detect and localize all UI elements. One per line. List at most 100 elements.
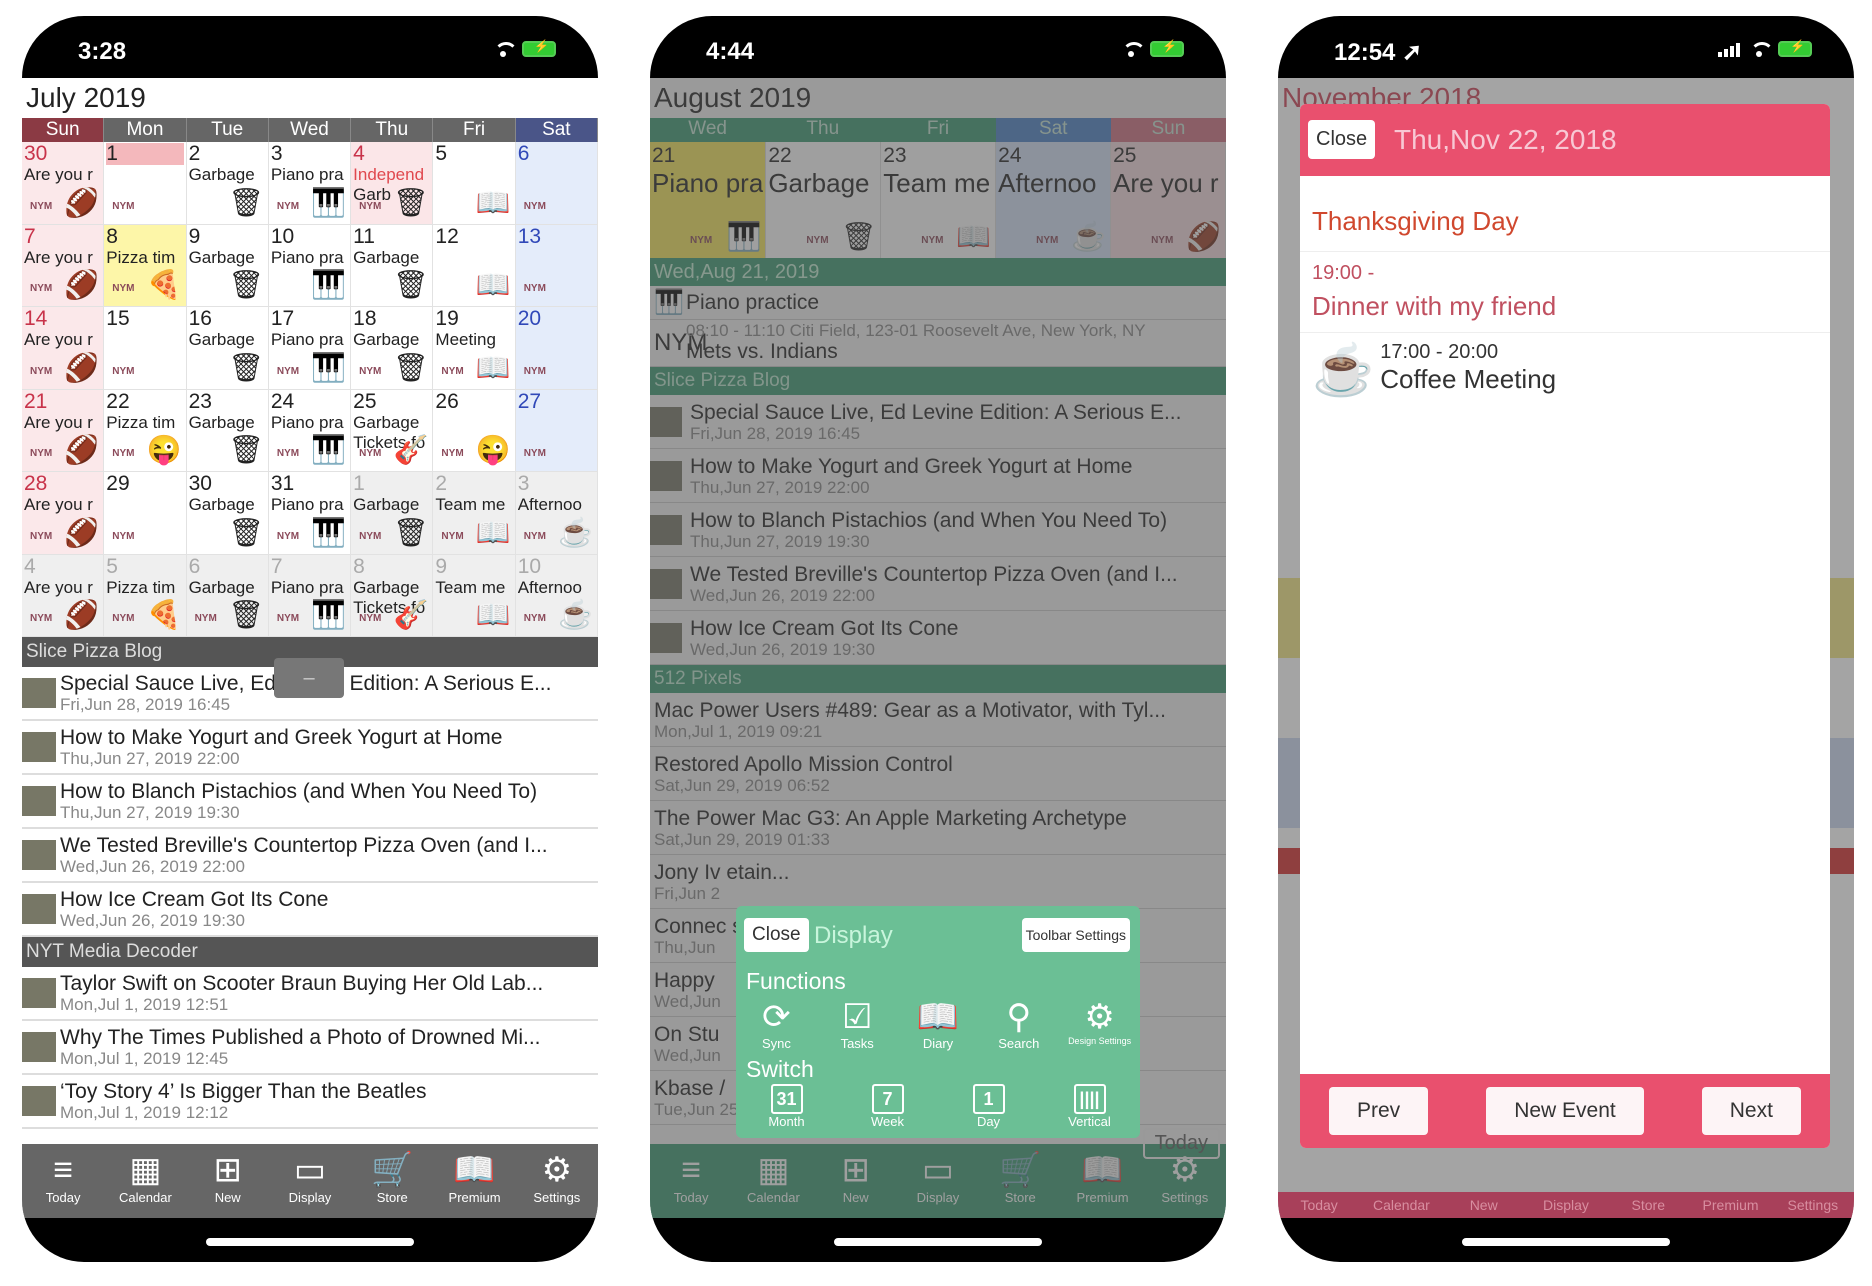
day-view-button[interactable]: 1 Day xyxy=(938,1084,1039,1129)
calendar-day-cell[interactable]: 9 Garbage 🗑 xyxy=(186,224,269,307)
feed-item[interactable]: How Ice Cream Got Its Cone Wed,Jun 26, 20… xyxy=(22,883,598,937)
toolbar-today-button[interactable]: ≡ Today xyxy=(22,1144,104,1218)
calendar-day-cell[interactable]: 10 Afternoo NYM ☕ xyxy=(515,554,598,637)
feed-item[interactable]: How to Make Yogurt and Greek Yogurt at H… xyxy=(650,449,1226,503)
calendar-day-cell[interactable]: 24 Piano pra NYM 🎹 xyxy=(268,389,352,472)
diary-button[interactable]: 📖 Diary xyxy=(898,998,979,1051)
toolbar-settings-button[interactable]: Toolbar Settings xyxy=(1021,918,1130,952)
feed-item[interactable]: We Tested Breville's Countertop Pizza Ov… xyxy=(22,829,598,883)
toolbar-settings-button[interactable]: ⚙ Settings xyxy=(516,1144,598,1218)
calendar-day-cell[interactable]: 27 NYM xyxy=(515,389,598,472)
toolbar-display-label[interactable]: Display xyxy=(1525,1192,1607,1218)
toolbar-premium-label[interactable]: Premium xyxy=(1689,1192,1771,1218)
calendar-day-cell[interactable]: 7 Piano pra NYM 🎹 xyxy=(268,554,352,637)
week-day-column[interactable]: 22 Garbage 🗑 NYM xyxy=(766,142,882,258)
calendar-day-cell[interactable]: 14 Are you r NYM 🏈 xyxy=(22,307,105,390)
feed-item[interactable]: How to Blanch Pistachios (and When You N… xyxy=(650,503,1226,557)
week-day-column[interactable]: 25 Are you r 🏈 NYM xyxy=(1111,142,1226,258)
month-title[interactable]: July 2019 xyxy=(22,78,598,118)
calendar-day-cell[interactable]: 17 Piano pra NYM 🎹 xyxy=(268,307,352,390)
toolbar-new-button[interactable]: ⊞ New xyxy=(815,1144,897,1218)
toolbar-store-label[interactable]: Store xyxy=(1607,1192,1689,1218)
toolbar-calendar-button[interactable]: ▦ Calendar xyxy=(732,1144,814,1218)
toolbar-display-button[interactable]: ▭ Display xyxy=(897,1144,979,1218)
calendar-day-cell[interactable]: 7 Are you r NYM 🏈 xyxy=(22,224,105,307)
event-item[interactable]: 19:00 - Dinner with my friend xyxy=(1300,252,1830,333)
feed-section-header[interactable]: NYT Media Decoder xyxy=(22,937,598,967)
week-day-column[interactable]: 21 Piano pra 🎹 NYM xyxy=(650,142,767,258)
toolbar-settings-label[interactable]: Settings xyxy=(1772,1192,1854,1218)
feed-item[interactable]: How Ice Cream Got Its Cone Wed,Jun 26, 20… xyxy=(650,611,1226,665)
toolbar-store-button[interactable]: 🛒 Store xyxy=(979,1144,1061,1218)
tasks-button[interactable]: ☑ Tasks xyxy=(817,998,898,1051)
calendar-day-cell[interactable]: 5 📖 xyxy=(433,142,516,225)
calendar-day-cell[interactable]: 15 NYM xyxy=(104,307,187,390)
week-view-button[interactable]: 7 Week xyxy=(837,1084,938,1129)
calendar-day-cell[interactable]: 30 Garbage 🗑 xyxy=(186,472,269,555)
calendar-day-cell[interactable]: 3 Piano pra NYM 🎹 xyxy=(268,142,352,225)
holiday-label[interactable]: Thanksgiving Day xyxy=(1300,176,1830,252)
calendar-day-cell[interactable]: 12 📖 xyxy=(433,224,516,307)
calendar-day-cell[interactable]: 4 Are you r NYM 🏈 xyxy=(22,554,105,637)
feed-item[interactable]: Taylor Swift on Scooter Braun Buying Her… xyxy=(22,967,598,1021)
calendar-day-cell[interactable]: 6 NYM xyxy=(515,142,598,225)
calendar-day-cell[interactable]: 26 NYM 😜 xyxy=(433,389,516,472)
week-day-column[interactable]: 23 Team me 📖 NYM xyxy=(881,142,997,258)
feed-section-header[interactable]: Slice Pizza Blog xyxy=(650,367,1226,395)
toolbar-today-label[interactable]: Today xyxy=(1278,1192,1360,1218)
day-event-item[interactable]: 🎹 Piano practice xyxy=(650,286,1226,320)
feed-item[interactable]: Special Sauce Live, Ed Levine Edition: A… xyxy=(650,395,1226,449)
toolbar-store-button[interactable]: 🛒 Store xyxy=(351,1144,433,1218)
calendar-day-cell[interactable]: 25 Garbage Tickets fo NYM 🎸 xyxy=(351,389,434,472)
calendar-day-cell[interactable]: 20 NYM xyxy=(515,307,598,390)
today-button[interactable]: Today xyxy=(1142,1128,1220,1159)
sync-button[interactable]: ⟳ Sync xyxy=(736,998,817,1051)
feed-item[interactable]: The Power Mac G3: An Apple Marketing Arc… xyxy=(650,801,1226,855)
calendar-day-cell[interactable]: 4 Independ Garb NYM 🗑 xyxy=(351,142,434,225)
month-title[interactable]: August 2019 xyxy=(650,78,1226,118)
toolbar-calendar-label[interactable]: Calendar xyxy=(1360,1192,1442,1218)
calendar-day-cell[interactable]: 10 Piano pra 🎹 xyxy=(268,224,352,307)
calendar-day-cell[interactable]: 2 Team me NYM 📖 xyxy=(433,472,516,555)
calendar-day-cell[interactable]: 29 NYM xyxy=(104,472,187,555)
calendar-day-cell[interactable]: 2 Garbage 🗑 xyxy=(186,142,269,225)
calendar-day-cell[interactable]: 3 Afternoo NYM ☕ xyxy=(515,472,598,555)
toolbar-premium-button[interactable]: 📖 Premium xyxy=(1061,1144,1143,1218)
design-settings-button[interactable]: ⚙ Design Settings xyxy=(1059,998,1140,1051)
feed-item[interactable]: Restored Apollo Mission Control Sat,Jun 2… xyxy=(650,747,1226,801)
calendar-day-cell[interactable]: 8 Pizza tim NYM 🍕 xyxy=(104,224,187,307)
calendar-day-cell[interactable]: 23 Garbage 🗑 xyxy=(186,389,269,472)
feed-item[interactable]: Mac Power Users #489: Gear as a Motivato… xyxy=(650,693,1226,747)
calendar-day-cell[interactable]: 1 NYM xyxy=(104,142,187,225)
calendar-day-cell[interactable]: 18 Garbage NYM 🗑 xyxy=(351,307,434,390)
feed-section-header[interactable]: 512 Pixels xyxy=(650,665,1226,693)
new-event-button[interactable]: New Event xyxy=(1486,1087,1644,1135)
feed-item[interactable]: Jony Iv etain... Fri,Jun 2 xyxy=(650,855,1226,909)
calendar-day-cell[interactable]: 19 Meeting NYM 📖 xyxy=(433,307,516,390)
calendar-day-cell[interactable]: 30 Are you r NYM 🏈 xyxy=(22,142,105,225)
feed-item[interactable]: Why The Times Published a Photo of Drown… xyxy=(22,1021,598,1075)
close-button[interactable]: Close xyxy=(744,918,809,952)
prev-button[interactable]: Prev xyxy=(1329,1087,1429,1135)
calendar-day-cell[interactable]: 8 Garbage Tickets fo NYM 🎸 xyxy=(351,554,434,637)
calendar-day-cell[interactable]: 16 Garbage 🗑 xyxy=(186,307,269,390)
close-button[interactable]: Close xyxy=(1308,120,1376,159)
calendar-day-cell[interactable]: 9 Team me 📖 xyxy=(433,554,516,637)
calendar-day-cell[interactable]: 5 Pizza tim NYM 🍕 xyxy=(104,554,187,637)
calendar-day-cell[interactable]: 28 Are you r NYM 🏈 xyxy=(22,472,105,555)
feed-item[interactable]: ‘Toy Story 4’ Is Bigger Than the Beatles… xyxy=(22,1075,598,1129)
month-view-button[interactable]: 31 Month xyxy=(736,1084,837,1129)
calendar-day-cell[interactable]: 31 Piano pra NYM 🎹 xyxy=(268,472,352,555)
search-button[interactable]: ⚲ Search xyxy=(978,998,1059,1051)
toolbar-premium-button[interactable]: 📖 Premium xyxy=(433,1144,515,1218)
toolbar-new-button[interactable]: ⊞ New xyxy=(187,1144,269,1218)
next-button[interactable]: Next xyxy=(1701,1087,1801,1135)
vertical-view-button[interactable]: |||| Vertical xyxy=(1039,1084,1140,1129)
calendar-day-cell[interactable]: 22 Pizza tim NYM 😜 xyxy=(104,389,187,472)
toolbar-today-button[interactable]: ≡ Today xyxy=(650,1144,732,1218)
feed-item[interactable]: We Tested Breville's Countertop Pizza Ov… xyxy=(650,557,1226,611)
feed-item[interactable]: How to Blanch Pistachios (and When You N… xyxy=(22,775,598,829)
event-item[interactable]: ☕ 17:00 - 20:00 Coffee Meeting xyxy=(1300,333,1830,408)
calendar-day-cell[interactable]: 13 NYM xyxy=(515,224,598,307)
toolbar-calendar-button[interactable]: ▦ Calendar xyxy=(104,1144,186,1218)
